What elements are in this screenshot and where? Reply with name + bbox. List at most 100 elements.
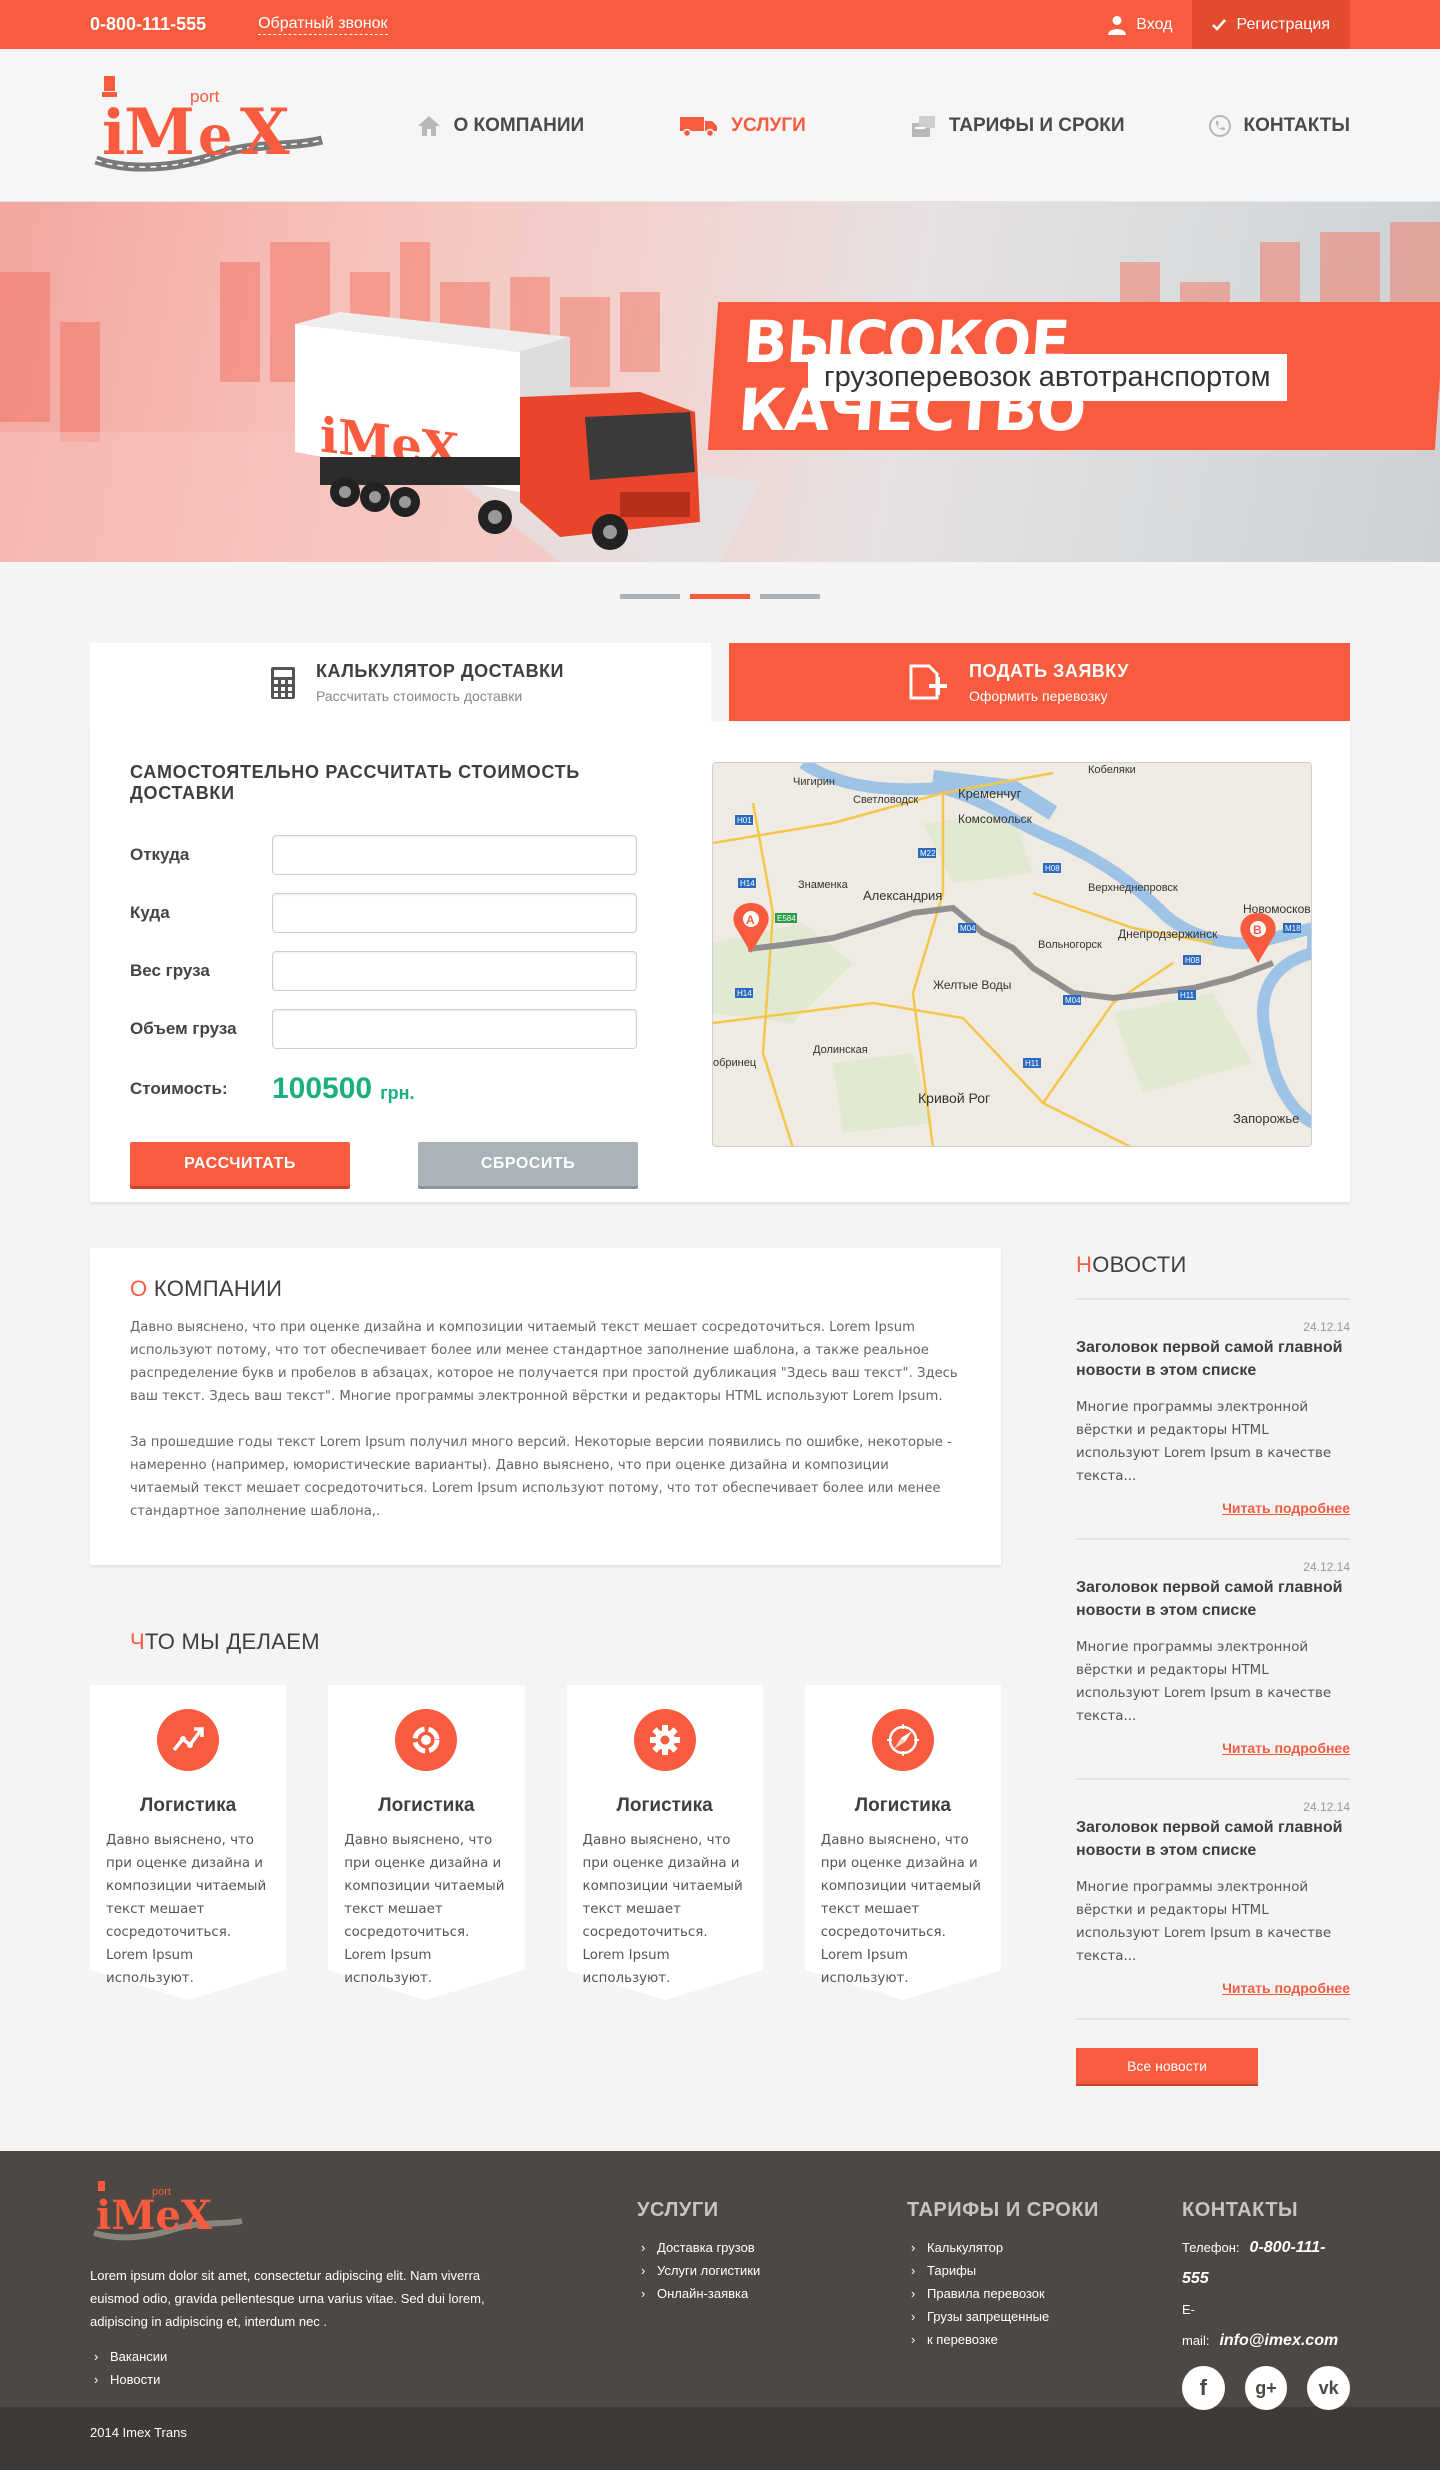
nav-item-contacts[interactable]: КОНТАКТЫ bbox=[1209, 114, 1350, 137]
refresh-icon bbox=[395, 1709, 458, 1771]
svg-text:port: port bbox=[190, 87, 220, 106]
logo[interactable]: i M e X port bbox=[90, 75, 335, 176]
phone-icon bbox=[1209, 114, 1232, 137]
slider-dot-2[interactable] bbox=[690, 594, 750, 599]
volume-input[interactable] bbox=[272, 1009, 637, 1049]
news-date: 24.12.14 bbox=[1303, 1560, 1350, 1574]
map-label: Днепродзержинск bbox=[1118, 927, 1218, 941]
news-date: 24.12.14 bbox=[1303, 1800, 1350, 1814]
footer-link[interactable]: Калькулятор bbox=[907, 2236, 1182, 2259]
slider-dots bbox=[0, 594, 1440, 599]
service-card[interactable]: Логистика Давно выяснено, что при оценке… bbox=[566, 1685, 763, 2005]
footer-email[interactable]: info@imex.com bbox=[1219, 2332, 1338, 2349]
from-input[interactable] bbox=[272, 835, 637, 875]
footer-link[interactable]: Вакансии bbox=[90, 2345, 510, 2368]
copyright: 2014 Imex Trans bbox=[90, 2425, 187, 2440]
check-icon bbox=[1212, 18, 1227, 31]
svg-text:i: i bbox=[102, 96, 126, 169]
about-title: О КОМПАНИИ bbox=[130, 1276, 283, 1301]
cost-currency: грн. bbox=[380, 1082, 415, 1103]
marker-b-label: B bbox=[1253, 923, 1262, 937]
road-label: H14 bbox=[737, 989, 752, 998]
footer-contacts-title: КОНТАКТЫ bbox=[1182, 2199, 1299, 2221]
road-label: H08 bbox=[1045, 864, 1060, 873]
service-text: Давно выяснено, что при оценке дизайна и… bbox=[344, 1833, 505, 1986]
main-nav: О КОМПАНИИ УСЛУГИ ТАРИФЫ И СРОКИ КОНТАКТ… bbox=[417, 106, 1350, 146]
calculate-button[interactable]: РАССЧИТАТЬ bbox=[130, 1142, 350, 1186]
footer-links: Вакансии Новости bbox=[90, 2345, 510, 2391]
read-more-link[interactable]: Читать подробнее bbox=[1076, 1740, 1350, 1756]
road-label: M04 bbox=[1065, 996, 1081, 1005]
footer: iMeX port Lorem ipsum dolor sit amet, co… bbox=[0, 2151, 1440, 2410]
field-label: Откуда bbox=[130, 845, 190, 864]
about-section: О КОМПАНИИ Давно выяснено, что при оценк… bbox=[90, 1248, 1001, 1565]
vk-icon[interactable]: vk bbox=[1307, 2366, 1351, 2410]
footer-link[interactable]: Правила перевозок bbox=[907, 2282, 1182, 2305]
map-label: обринец bbox=[713, 1057, 757, 1069]
map-label: Кременчуг bbox=[958, 786, 1022, 801]
read-more-link[interactable]: Читать подробнее bbox=[1076, 1980, 1350, 1996]
nav-item-tariffs[interactable]: ТАРИФЫ И СРОКИ bbox=[911, 114, 1124, 138]
road-label: M18 bbox=[1285, 924, 1301, 933]
route-map[interactable]: Кобеляки Чигирин Светловодск Кременчуг К… bbox=[712, 762, 1312, 1147]
footer-link[interactable]: Доставка грузов bbox=[637, 2236, 907, 2259]
service-card[interactable]: Логистика Давно выяснено, что при оценке… bbox=[90, 1685, 287, 2005]
news-item: 24.12.14 Заголовок первой самой главной … bbox=[1076, 1300, 1350, 1540]
svg-text:X: X bbox=[240, 95, 290, 170]
road-label: H08 bbox=[1185, 956, 1200, 965]
road-label: H11 bbox=[1025, 1059, 1040, 1068]
callback-link[interactable]: Обратный звонок bbox=[258, 15, 388, 35]
road-label: H14 bbox=[740, 879, 755, 888]
reset-button[interactable]: СБРОСИТЬ bbox=[418, 1142, 638, 1186]
svg-text:M: M bbox=[124, 95, 195, 170]
service-title: Логистика bbox=[854, 1795, 951, 1816]
register-button[interactable]: Регистрация bbox=[1192, 0, 1350, 49]
tab-calculator[interactable]: КАЛЬКУЛЯТОР ДОСТАВКИ Рассчитать стоимост… bbox=[90, 643, 711, 722]
svg-text:port: port bbox=[152, 2186, 171, 2198]
footer-link[interactable]: Новости bbox=[90, 2368, 510, 2391]
footer-link[interactable]: Тарифы bbox=[907, 2259, 1182, 2282]
footer-link-continuation[interactable]: к перевозке bbox=[907, 2328, 1182, 2351]
google-plus-icon[interactable]: g+ bbox=[1244, 2366, 1288, 2410]
read-more-link[interactable]: Читать подробнее bbox=[1076, 1500, 1350, 1516]
calculator-form: САМОСТОЯТЕЛЬНО РАССЧИТАТЬ СТОИМОСТЬ ДОСТ… bbox=[130, 762, 690, 1202]
news-text: Многие программы электронной вёрстки и р… bbox=[1076, 1880, 1332, 1964]
footer-link[interactable]: Грузы запрещенные bbox=[907, 2305, 1182, 2328]
service-card[interactable]: Логистика Давно выяснено, что при оценке… bbox=[804, 1685, 1001, 2005]
map-label: Комсомольск bbox=[958, 812, 1033, 826]
compass-icon bbox=[871, 1709, 934, 1771]
news-headline[interactable]: Заголовок первой самой главной новости в… bbox=[1076, 1336, 1350, 1382]
news-item: 24.12.14 Заголовок первой самой главной … bbox=[1076, 1540, 1350, 1780]
service-card[interactable]: Логистика Давно выяснено, что при оценке… bbox=[328, 1685, 525, 2005]
to-input[interactable] bbox=[272, 893, 637, 933]
facebook-icon[interactable]: f bbox=[1182, 2366, 1225, 2410]
register-label: Регистрация bbox=[1236, 15, 1330, 33]
map-label: Кобеляки bbox=[1088, 764, 1136, 776]
map-label: Александрия bbox=[863, 888, 942, 903]
home-icon bbox=[418, 115, 441, 136]
cost-value: 100500 bbox=[272, 1072, 373, 1105]
field-label: Куда bbox=[130, 903, 170, 922]
nav-item-about[interactable]: О КОМПАНИИ bbox=[417, 115, 584, 137]
login-label: Вход bbox=[1136, 15, 1173, 33]
slider-dot-1[interactable] bbox=[620, 594, 680, 599]
weight-input[interactable] bbox=[272, 951, 637, 991]
nav-label: О КОМПАНИИ bbox=[453, 114, 585, 136]
footer-logo[interactable]: iMeX port bbox=[90, 2181, 250, 2243]
map-label: Верхнеднепровск bbox=[1088, 882, 1178, 894]
slider-dot-3[interactable] bbox=[760, 594, 820, 599]
footer-link[interactable]: Услуги логистики bbox=[637, 2259, 907, 2282]
login-button[interactable]: Вход bbox=[1108, 15, 1192, 35]
nav-label: УСЛУГИ bbox=[731, 114, 806, 136]
footer-link[interactable]: Онлайн-заявка bbox=[637, 2282, 907, 2305]
hero-subtitle: грузоперевозок автотранспортом bbox=[808, 354, 1287, 401]
nav-item-services[interactable]: УСЛУГИ bbox=[679, 115, 806, 137]
field-weight: Вес груза bbox=[130, 942, 690, 1000]
footer-tariffs-title: ТАРИФЫ И СРОКИ bbox=[907, 2199, 1099, 2221]
footer-services-title: УСЛУГИ bbox=[637, 2199, 719, 2221]
all-news-button[interactable]: Все новости bbox=[1076, 2048, 1258, 2084]
tab-order[interactable]: ПОДАТЬ ЗАЯВКУ Оформить перевозку bbox=[729, 643, 1350, 721]
news-headline[interactable]: Заголовок первой самой главной новости в… bbox=[1076, 1576, 1350, 1622]
news-headline[interactable]: Заголовок первой самой главной новости в… bbox=[1076, 1816, 1350, 1862]
footer-tariffs: Калькулятор Тарифы Правила перевозок Гру… bbox=[907, 2236, 1182, 2351]
